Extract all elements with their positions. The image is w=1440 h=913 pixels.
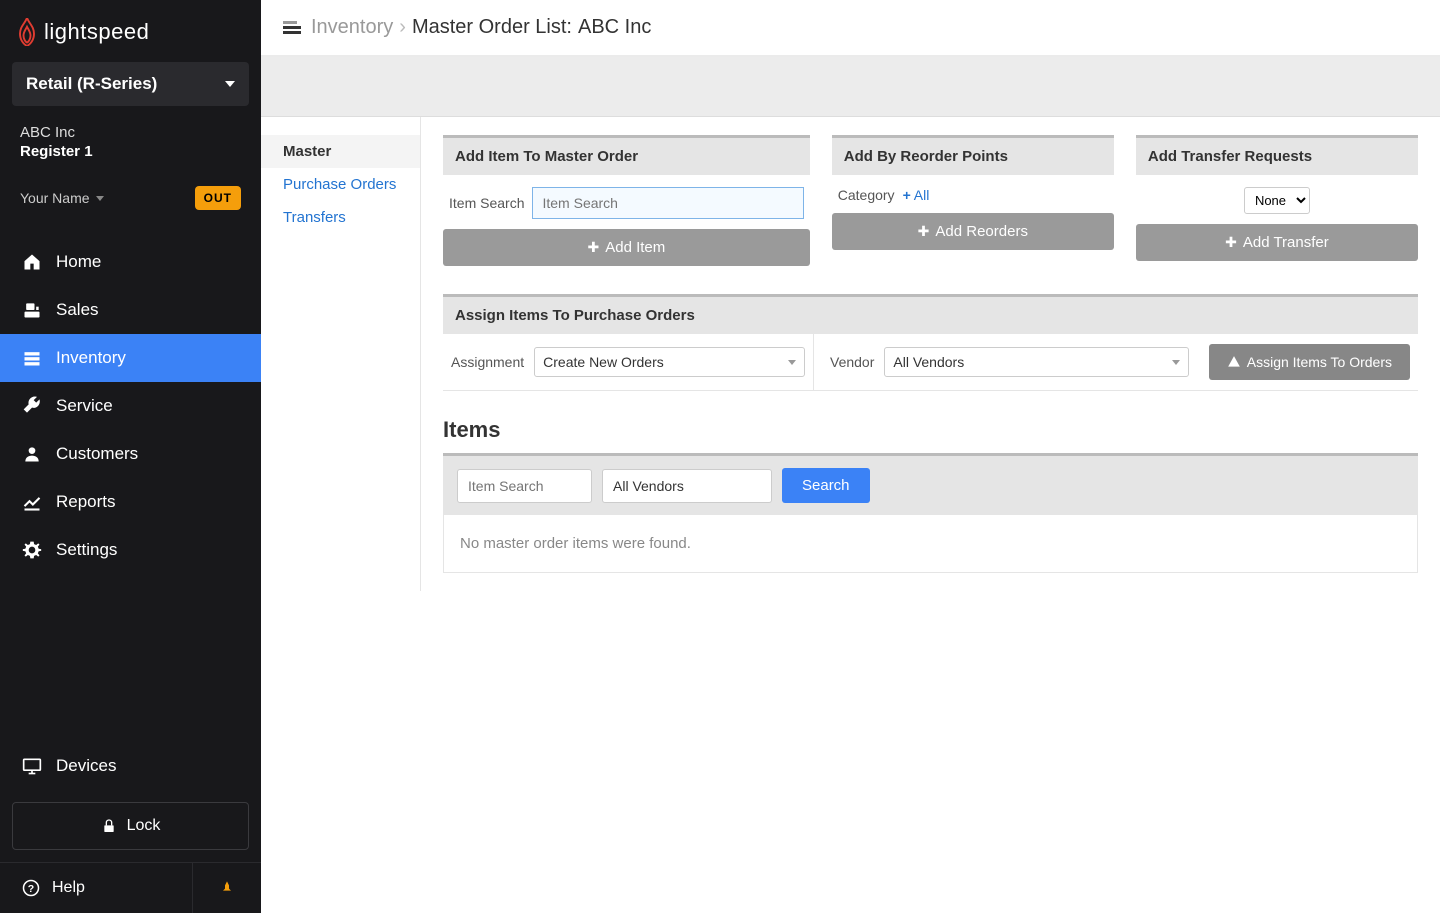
panel-assign: Assign Items To Purchase Orders Assignme… (443, 294, 1418, 391)
category-all-link[interactable]: + All (903, 187, 930, 203)
panels: Add Item To Master Order Item Search ✚ A… (421, 117, 1440, 591)
gear-icon (22, 540, 42, 560)
item-search-label: Item Search (449, 195, 524, 211)
chevron-down-icon (1172, 360, 1180, 365)
breadcrumb-entity: ABC Inc (578, 16, 651, 39)
panel-transfer: Add Transfer Requests None ✚ Add Transfe… (1136, 135, 1418, 266)
assignment-select[interactable]: Create New Orders (534, 347, 805, 377)
vendor-select[interactable]: All Vendors (884, 347, 1188, 377)
subnav-transfers[interactable]: Transfers (261, 201, 420, 234)
logo-text: lightspeed (44, 19, 149, 45)
plus-icon: ✚ (1225, 234, 1237, 251)
flame-icon (16, 18, 38, 46)
panel-assign-title: Assign Items To Purchase Orders (443, 294, 1418, 334)
chevron-down-icon (788, 360, 796, 365)
product-switcher-label: Retail (R-Series) (26, 74, 157, 94)
content: Master Purchase Orders Transfers Add Ite… (261, 117, 1440, 591)
svg-text:?: ? (28, 883, 34, 895)
plus-icon: ✚ (587, 239, 599, 256)
warning-icon (1227, 355, 1241, 369)
topbar: Inventory › Master Order List: ABC Inc (261, 0, 1440, 57)
panel-add-item-title: Add Item To Master Order (443, 135, 810, 175)
nav-settings[interactable]: Settings (0, 526, 261, 574)
panel-add-item: Add Item To Master Order Item Search ✚ A… (443, 135, 810, 266)
company-block: ABC Inc Register 1 (12, 116, 249, 170)
sidebar-footer: ? Help (0, 862, 261, 913)
assign-items-button[interactable]: Assign Items To Orders (1209, 344, 1410, 380)
empty-message: No master order items were found. (443, 515, 1418, 573)
sidebar: lightspeed Retail (R-Series) ABC Inc Reg… (0, 0, 261, 913)
nav-devices[interactable]: Devices (0, 742, 261, 790)
monitor-icon (22, 756, 42, 776)
status-badge[interactable]: OUT (195, 186, 241, 210)
chart-icon (22, 492, 42, 512)
user-icon (22, 444, 42, 464)
add-item-button[interactable]: ✚ Add Item (443, 229, 810, 266)
add-reorders-button[interactable]: ✚ Add Reorders (832, 213, 1114, 250)
items-vendor-select[interactable]: All Vendors (602, 469, 772, 503)
assignment-label: Assignment (451, 354, 524, 370)
user-row[interactable]: Your Name OUT (12, 180, 249, 216)
items-panel: All Vendors Search No master order items… (443, 453, 1418, 573)
wrench-icon (22, 396, 42, 416)
logo: lightspeed (0, 0, 261, 62)
breadcrumb: Inventory › Master Order List: ABC Inc (311, 16, 651, 39)
subnav-master[interactable]: Master (261, 135, 420, 168)
panel-transfer-title: Add Transfer Requests (1136, 135, 1418, 175)
inventory-icon (22, 348, 42, 368)
pin-icon (219, 880, 235, 896)
subnav: Master Purchase Orders Transfers (261, 117, 421, 591)
nav-sales[interactable]: Sales (0, 286, 261, 334)
plus-icon: ✚ (918, 223, 930, 240)
inventory-icon (283, 21, 301, 35)
vendor-label: Vendor (830, 354, 874, 370)
breadcrumb-section[interactable]: Inventory (311, 16, 393, 39)
items-heading: Items (443, 417, 1418, 443)
category-label: Category (838, 187, 895, 203)
product-switcher[interactable]: Retail (R-Series) (12, 62, 249, 106)
item-search-input[interactable] (532, 187, 803, 219)
toolbar-placeholder (261, 57, 1440, 117)
nav-home[interactable]: Home (0, 238, 261, 286)
search-button[interactable]: Search (782, 468, 870, 503)
chevron-right-icon: › (399, 16, 406, 39)
help-button[interactable]: ? Help (0, 863, 193, 913)
nav-reports[interactable]: Reports (0, 478, 261, 526)
panel-reorder-title: Add By Reorder Points (832, 135, 1114, 175)
main: Inventory › Master Order List: ABC Inc M… (261, 0, 1440, 913)
lock-button[interactable]: Lock (12, 802, 249, 850)
register-icon (22, 300, 42, 320)
lock-icon (101, 818, 117, 834)
plus-icon: + (903, 187, 911, 203)
user-label: Your Name (20, 190, 104, 206)
register-name: Register 1 (20, 143, 241, 160)
home-icon (22, 252, 42, 272)
nav-inventory[interactable]: Inventory (0, 334, 261, 382)
main-nav: Home Sales Inventory Service (0, 238, 261, 742)
add-transfer-button[interactable]: ✚ Add Transfer (1136, 224, 1418, 261)
items-search-input[interactable] (457, 469, 592, 503)
breadcrumb-page: Master Order List: (412, 16, 572, 39)
nav-service[interactable]: Service (0, 382, 261, 430)
chevron-down-icon (96, 196, 104, 201)
help-icon: ? (22, 879, 40, 897)
subnav-purchase-orders[interactable]: Purchase Orders (261, 168, 420, 201)
panel-reorder: Add By Reorder Points Category + All ✚ (832, 135, 1114, 266)
company-name: ABC Inc (20, 124, 241, 141)
pin-button[interactable] (193, 863, 261, 913)
nav-customers[interactable]: Customers (0, 430, 261, 478)
chevron-down-icon (225, 81, 235, 87)
transfer-select[interactable]: None (1244, 187, 1310, 214)
